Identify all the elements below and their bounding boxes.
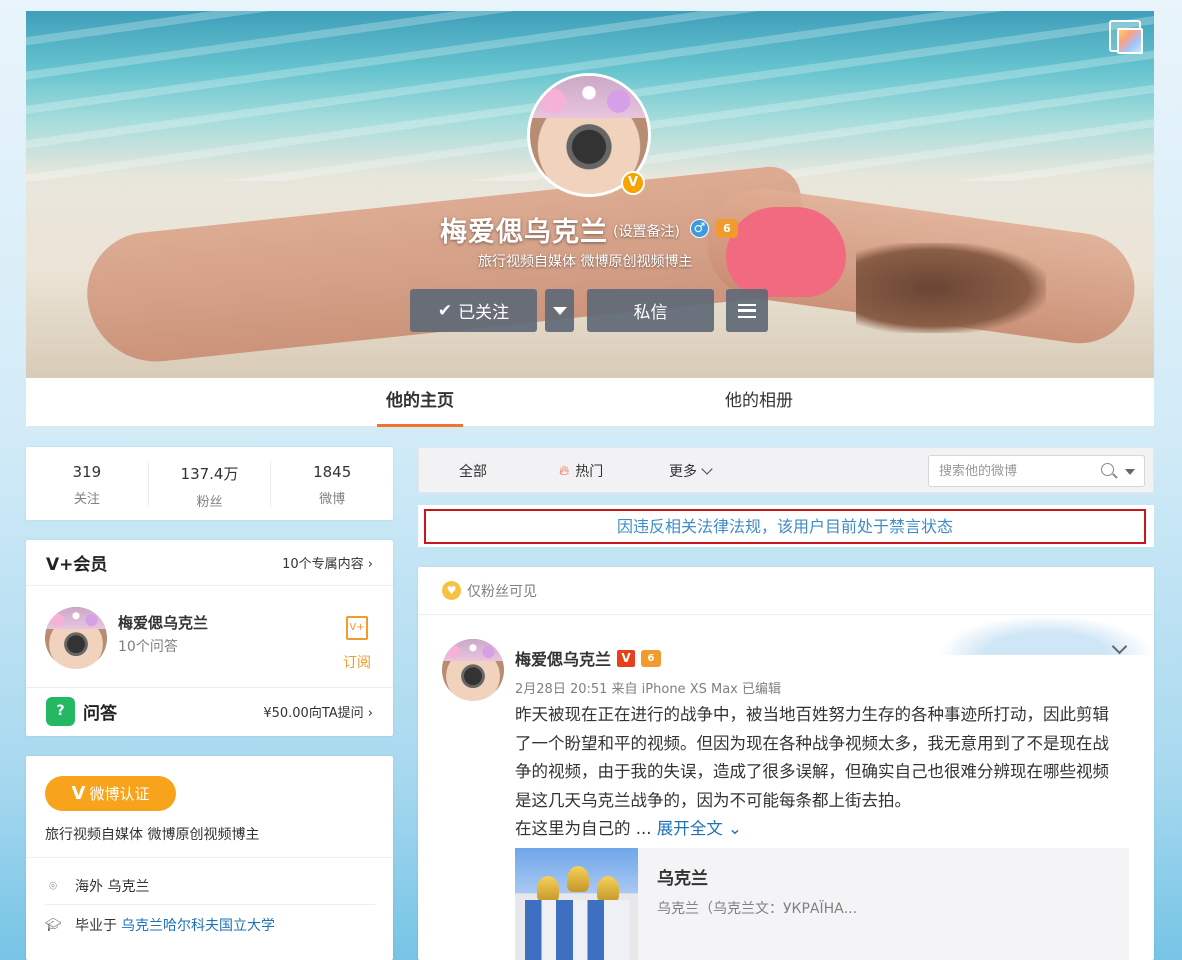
education-row: 🎓︎ 毕业于 乌克兰哈尔科夫国立大学 xyxy=(45,914,275,936)
location-row: ⌾ 海外 乌克兰 xyxy=(45,875,149,897)
vip-member-row: 梅爱偲乌克兰 10个问答 V+ 订阅 xyxy=(26,586,393,688)
cover-figure-swimsuit xyxy=(726,207,846,297)
stat-value: 1845 xyxy=(313,462,352,481)
stat-value: 137.4万 xyxy=(180,464,239,483)
divider xyxy=(45,904,375,905)
tab-home[interactable]: 他的主页 xyxy=(377,378,463,427)
member-avatar[interactable] xyxy=(45,607,107,669)
tab-album[interactable]: 他的相册 xyxy=(716,378,802,427)
stats-card: 319 关注 137.4万 粉丝 1845 微博 xyxy=(26,447,393,520)
post-truncated-text: 在这里为自己的 ... xyxy=(515,819,652,838)
stat-followers[interactable]: 137.4万 粉丝 xyxy=(149,460,272,510)
checkmark-icon: ✔ xyxy=(437,300,453,321)
divider xyxy=(26,857,393,858)
post-visibility-label: 仅粉丝可见 xyxy=(467,583,537,600)
post-author-avatar[interactable] xyxy=(442,639,504,701)
vip-title: V+会员 xyxy=(46,555,108,575)
filter-hot[interactable]: 🔥︎ 热门 xyxy=(559,461,603,481)
verified-description: 旅行视频自媒体 微博原创视频博主 xyxy=(45,827,260,843)
vip-card-header: V+会员 10个专属内容 › xyxy=(26,540,393,586)
chevron-down-icon[interactable]: ⌄ xyxy=(728,819,742,838)
vip-exclusive-link[interactable]: 10个专属内容 › xyxy=(282,553,373,572)
attachment-description: 乌克兰（乌克兰文：УКРАЇНА... xyxy=(657,901,858,917)
stat-label: 粉丝 xyxy=(196,494,223,510)
verified-v-icon: V xyxy=(71,783,86,804)
search-options-caret-icon[interactable] xyxy=(1125,469,1135,475)
stat-label: 微博 xyxy=(319,491,346,507)
post-body: 昨天被现在正在进行的战争中，被当地百姓努力生存的各种事迹所打动，因此剪辑了一个盼… xyxy=(515,705,1109,810)
filter-all[interactable]: 全部 xyxy=(459,461,487,481)
question-icon: ? xyxy=(46,696,75,726)
ban-notice: 因违反相关法律法规，该用户目前处于禁言状态 xyxy=(418,505,1154,547)
post-author-row: 梅爱偲乌克兰 V 6 xyxy=(515,646,662,670)
stat-label: 关注 xyxy=(73,491,100,507)
qa-title: 问答 xyxy=(83,703,117,724)
member-name[interactable]: 梅爱偲乌克兰 xyxy=(118,612,208,633)
user-level-icon: 6 xyxy=(641,649,662,667)
profile-name: 梅爱偲乌克兰 xyxy=(440,217,608,248)
stat-value: 319 xyxy=(72,462,102,481)
cover-figure-hair xyxy=(856,243,1046,333)
info-card: V 微博认证 旅行视频自媒体 微博原创视频博主 ⌾ 海外 乌克兰 🎓︎ 毕业于 … xyxy=(26,756,393,960)
school-link[interactable]: 乌克兰哈尔科夫国立大学 xyxy=(121,915,275,935)
fans-only-icon: ♥ xyxy=(442,581,461,600)
filter-more-label: 更多 xyxy=(669,464,697,480)
graduation-cap-icon: 🎓︎ xyxy=(45,917,62,933)
post-link-attachment[interactable]: 乌克兰 乌克兰（乌克兰文：УКРАЇНА... xyxy=(515,848,1129,960)
cover-figure-legs xyxy=(81,163,811,369)
feed-filter-bar: 全部 🔥︎ 热门 更多 xyxy=(418,447,1154,493)
subscribe-label[interactable]: 订阅 xyxy=(343,652,371,672)
caret-down-icon xyxy=(552,306,567,315)
verified-badge-label: 微博认证 xyxy=(89,785,150,803)
profile-description: 旅行视频自媒体 微博原创视频博主 xyxy=(478,254,693,270)
filter-hot-label: 热门 xyxy=(575,464,604,480)
post-more-line: 在这里为自己的 ... 展开全文 ⌄ xyxy=(515,815,742,839)
post-search-box xyxy=(928,455,1145,487)
weibo-verified-badge[interactable]: V 微博认证 xyxy=(45,776,176,811)
location-text: 海外 乌克兰 xyxy=(75,879,150,895)
post-visibility-header: ♥ 仅粉丝可见 xyxy=(418,567,1154,615)
post-search-input[interactable] xyxy=(939,456,1089,486)
post-author-name[interactable]: 梅爱偲乌克兰 xyxy=(515,646,611,670)
attachment-thumbnail xyxy=(515,848,638,960)
set-remark-link[interactable]: (设置备注) xyxy=(613,221,680,241)
more-menu-button[interactable] xyxy=(726,289,768,332)
qa-row[interactable]: ? 问答 ¥50.00向TA提问 › xyxy=(26,688,393,734)
verified-v-icon: V xyxy=(617,649,636,667)
feed-post-card: ♥ 仅粉丝可见 梅爱偲乌克兰 V 6 2月28日 20:51 来自 iPhone… xyxy=(418,567,1154,960)
attachment-title: 乌克兰 xyxy=(657,869,708,889)
ask-question-link[interactable]: ¥50.00向TA提问 › xyxy=(263,702,373,721)
verified-badge-icon: V xyxy=(621,171,645,195)
stat-posts[interactable]: 1845 微博 xyxy=(271,461,393,507)
hamburger-menu-icon xyxy=(738,303,756,318)
followed-button-label: 已关注 xyxy=(458,303,510,323)
followed-button[interactable]: ✔ 已关注 xyxy=(410,289,537,332)
filter-more[interactable]: 更多 xyxy=(669,461,713,481)
fire-icon: 🔥︎ xyxy=(559,463,570,479)
search-icon[interactable] xyxy=(1101,463,1114,476)
expand-full-text-link[interactable]: 展开全文 xyxy=(657,819,723,838)
stat-following[interactable]: 319 关注 xyxy=(26,460,149,507)
location-pin-icon: ⌾ xyxy=(49,878,57,894)
vip-card: V+会员 10个专属内容 › 梅爱偲乌克兰 10个问答 V+ 订阅 ? 问答 ¥… xyxy=(26,540,393,736)
message-button[interactable]: 私信 xyxy=(587,289,714,332)
user-level-icon: 6 xyxy=(716,219,738,238)
member-qa-count: 10个问答 xyxy=(118,639,178,655)
change-cover-icon[interactable] xyxy=(1109,20,1143,54)
subscribe-icon[interactable]: V+ xyxy=(346,616,368,640)
message-button-label: 私信 xyxy=(633,303,668,323)
chevron-down-icon xyxy=(701,462,713,475)
post-meta: 2月28日 20:51 来自 iPhone XS Max 已编辑 xyxy=(515,682,781,697)
male-gender-icon: ♂ xyxy=(690,219,709,238)
follow-options-dropdown[interactable] xyxy=(545,289,574,332)
ban-notice-text: 因违反相关法律法规，该用户目前处于禁言状态 xyxy=(424,509,1146,544)
profile-tab-bar: 他的主页 他的相册 xyxy=(26,378,1154,427)
education-prefix: 毕业于 xyxy=(75,918,117,934)
